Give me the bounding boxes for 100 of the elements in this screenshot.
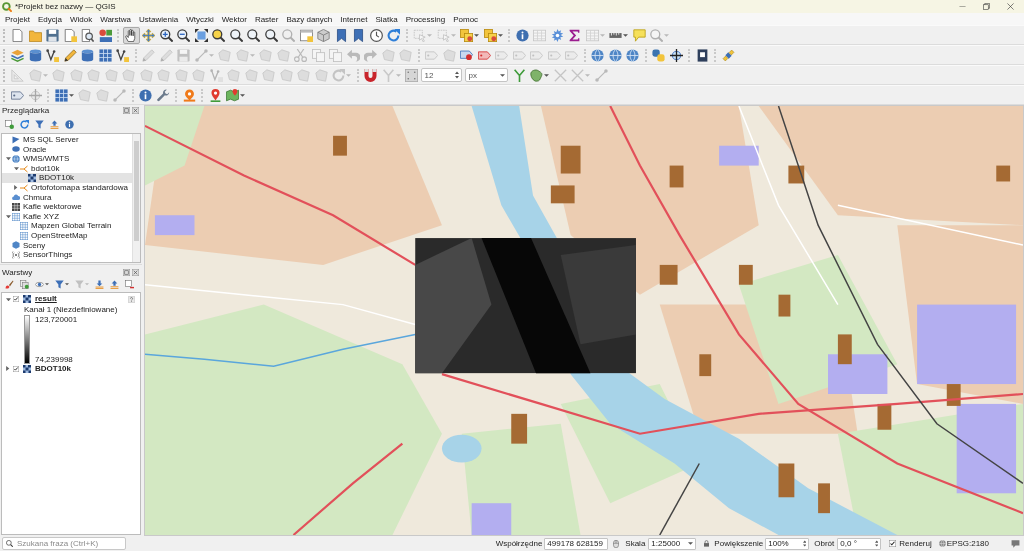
industrial-area: [828, 354, 888, 394]
browser-item[interactable]: Oracle: [2, 144, 132, 155]
tolerance-field[interactable]: 12: [420, 68, 462, 82]
building: [877, 403, 892, 430]
close-icon[interactable]: [1007, 3, 1014, 10]
scale-dropdown[interactable]: 1:25000: [648, 537, 697, 550]
browser-item[interactable]: BDOT10k: [2, 173, 132, 183]
browser-item[interactable]: Kafle wektorowe: [2, 202, 132, 212]
unit-dropdown[interactable]: px: [464, 68, 508, 82]
tool-button[interactable]: [175, 26, 192, 44]
browser-item[interactable]: bdot10k: [2, 163, 132, 174]
float-icon[interactable]: [123, 268, 130, 276]
document-icon: [63, 28, 77, 42]
menu-item[interactable]: Pomoc: [449, 14, 483, 24]
browser-item[interactable]: SensorThings: [2, 250, 132, 260]
message-icon[interactable]: [1011, 539, 1020, 548]
layer-item[interactable]: result: [2, 294, 140, 305]
checkbox[interactable]: [889, 540, 897, 547]
browser-item[interactable]: Sceny: [2, 240, 132, 251]
menu-item[interactable]: Widok: [65, 14, 97, 24]
magnifier-field[interactable]: 100%: [765, 537, 810, 550]
pages-icon: [20, 280, 29, 289]
map-canvas[interactable]: [145, 106, 1023, 535]
tag-icon: [495, 48, 508, 62]
rotation-field[interactable]: 0,0 °: [837, 537, 882, 550]
close-icon[interactable]: [132, 268, 139, 276]
tool-button[interactable]: [367, 26, 385, 44]
tool-button[interactable]: [44, 46, 61, 64]
lock-icon[interactable]: [704, 540, 710, 547]
info-icon: [65, 119, 74, 129]
menu-item[interactable]: Bazy danych: [282, 14, 337, 24]
caret-icon: [45, 283, 49, 286]
checkbox[interactable]: [13, 296, 19, 303]
tool-button[interactable]: [114, 46, 131, 64]
tag-icon: [547, 48, 561, 62]
menu-item[interactable]: Internet: [336, 14, 372, 24]
marker-icon: [182, 88, 196, 102]
caret-right-icon[interactable]: [14, 185, 18, 191]
caret-right-icon[interactable]: [6, 366, 10, 372]
scrollbar[interactable]: [132, 134, 140, 262]
refresh-icon: [20, 119, 29, 129]
menu-item[interactable]: Wtyczki: [182, 14, 218, 24]
spin-arrows-icon: [454, 71, 459, 79]
caret-icon: [346, 73, 351, 77]
tool-button[interactable]: [667, 46, 685, 64]
fork-icon: [381, 68, 395, 82]
browser-item[interactable]: Mapzen Global Terrain: [2, 221, 132, 231]
menu-item[interactable]: Processing: [401, 14, 450, 24]
layer-item[interactable]: BDOT10k: [2, 363, 140, 374]
selection-icon: [436, 28, 450, 42]
caret-down-icon[interactable]: [13, 166, 19, 171]
caret-down-icon[interactable]: [5, 297, 11, 301]
caret-down-icon[interactable]: [5, 214, 11, 219]
refresh-icon: [387, 28, 400, 42]
menu-item[interactable]: Projekt: [1, 14, 34, 24]
building: [333, 135, 347, 156]
brush-icon: [5, 280, 14, 289]
tool-button[interactable]: [210, 26, 227, 44]
mouse-icon[interactable]: [613, 539, 620, 548]
caret-icon: [599, 33, 605, 37]
menu-item[interactable]: Siatka: [371, 14, 402, 24]
globe-icon: [12, 155, 20, 163]
copy-icon: [329, 48, 342, 62]
browser-item[interactable]: MS SQL Server: [2, 135, 132, 145]
restore-icon[interactable]: [983, 3, 990, 10]
folder-icon: [28, 28, 42, 42]
tool-button[interactable]: [245, 26, 262, 44]
tool-button[interactable]: [79, 26, 96, 44]
search-field[interactable]: Szukana fraza (Ctrl+K): [2, 537, 126, 550]
checkbox[interactable]: [13, 365, 19, 372]
close-icon[interactable]: [132, 106, 139, 114]
browser-item[interactable]: Kafle XYZ: [2, 211, 132, 222]
float-icon[interactable]: [123, 106, 130, 114]
polygon-icon: [314, 68, 328, 82]
crs-button[interactable]: EPSG:2180: [938, 539, 989, 548]
tag-icon: [460, 48, 473, 62]
tool-button[interactable]: [192, 26, 210, 44]
menu-item[interactable]: Raster: [250, 14, 283, 24]
polygon-icon: [122, 68, 135, 82]
caret-down-icon[interactable]: [5, 157, 11, 161]
menu-item[interactable]: Wektor: [217, 14, 251, 24]
browser-item[interactable]: Ortofotomapa standardowa: [2, 182, 132, 193]
blob-icon: [530, 68, 543, 82]
browser-item[interactable]: Chmura: [2, 192, 132, 203]
browser-item[interactable]: OpenStreetMap: [2, 230, 132, 241]
tool-button[interactable]: [157, 26, 175, 44]
polygon-icon: [157, 68, 170, 82]
menu-item[interactable]: Ustawienia: [135, 14, 183, 24]
page-magnifier-icon: [81, 28, 94, 42]
globe-icon: [608, 48, 622, 62]
caret-icon: [240, 93, 245, 97]
menu-item[interactable]: Warstwa: [96, 14, 135, 24]
tool-button[interactable]: [262, 26, 280, 44]
browser-item[interactable]: WMS/WMTS: [2, 154, 132, 164]
polygon-icon: [87, 68, 100, 82]
tool-button[interactable]: [227, 26, 245, 44]
info-icon: [139, 88, 152, 102]
menu-item[interactable]: Edycja: [33, 14, 66, 24]
coordinate-field[interactable]: 499178 628159: [544, 537, 609, 550]
minimize-icon[interactable]: [959, 5, 966, 8]
